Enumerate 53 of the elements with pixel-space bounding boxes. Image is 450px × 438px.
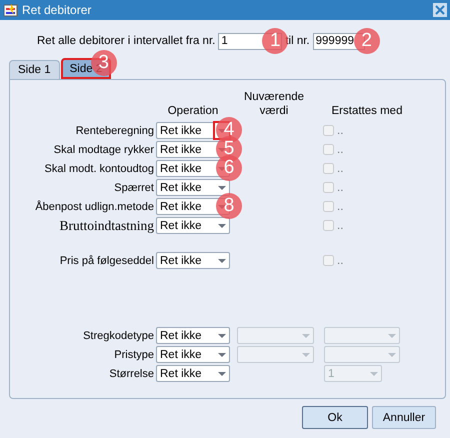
- operation-dropdown[interactable]: Ret ikke: [156, 217, 230, 234]
- field-label: Spærret: [113, 182, 155, 194]
- ellipsis-text: ..: [337, 144, 344, 156]
- caret-icon: [218, 372, 226, 376]
- field-label: Pris på følgeseddel: [58, 254, 155, 266]
- close-icon: [435, 5, 445, 15]
- field-label: Skal modt. kontoudtog: [44, 162, 155, 174]
- operation-dropdown[interactable]: Ret ikke: [156, 179, 230, 196]
- tab[interactable]: Side 1: [9, 60, 60, 79]
- app-icon: [3, 2, 19, 18]
- caret-icon: [218, 334, 226, 338]
- caret-icon: [302, 352, 310, 356]
- current-value-dropdown[interactable]: [237, 346, 314, 363]
- dialog-button[interactable]: Ok: [302, 406, 368, 429]
- ellipsis-text: ..: [337, 124, 344, 136]
- caret-icon: [388, 352, 396, 356]
- current-value-dropdown[interactable]: [237, 327, 314, 344]
- caret-icon: [218, 352, 226, 356]
- operation-dropdown[interactable]: Ret ikke: [156, 327, 230, 344]
- ellipsis-text: ..: [337, 200, 344, 212]
- window-title: Ret debitorer: [22, 3, 92, 17]
- to-label: til nr.: [285, 35, 310, 47]
- operation-dropdown[interactable]: Ret ikke: [156, 252, 230, 269]
- field-label: Størrelse: [108, 368, 155, 380]
- field-label: Stregkodetype: [82, 330, 155, 342]
- field-label: Bruttoindtastning: [58, 218, 155, 234]
- range-label: Ret alle debitorer i intervallet fra nr.: [37, 35, 216, 47]
- dialog-button[interactable]: Annuller: [372, 406, 436, 429]
- ellipsis-text: ..: [337, 254, 344, 266]
- caret-icon: [302, 334, 310, 338]
- close-button[interactable]: [433, 3, 447, 17]
- callout-marker: 8: [216, 193, 242, 219]
- field-label: Åbenpost udlign.metode: [34, 200, 155, 212]
- callout-marker: 6: [216, 155, 242, 181]
- ellipsis-text: ..: [337, 182, 344, 194]
- callout-marker: 2: [354, 28, 380, 54]
- ellipsis-text: ..: [337, 220, 344, 232]
- caret-icon: [218, 186, 226, 190]
- replace-dropdown[interactable]: [324, 327, 400, 344]
- ellipsis-text: ..: [337, 162, 344, 174]
- caret-icon: [388, 334, 396, 338]
- column-header: Nuværende værdi: [243, 90, 305, 118]
- operation-dropdown[interactable]: Ret ikke: [156, 346, 230, 363]
- caret-icon: [218, 258, 226, 262]
- replace-dropdown[interactable]: [324, 346, 400, 363]
- field-label: Skal modtage rykker: [52, 144, 155, 156]
- operation-dropdown[interactable]: Ret ikke: [156, 365, 230, 382]
- caret-icon: [370, 372, 378, 376]
- caret-icon: [218, 224, 226, 228]
- field-label: Renteberegning: [74, 124, 155, 136]
- column-header: Operation: [166, 104, 220, 118]
- field-label: Pristype: [113, 348, 155, 360]
- column-header: Erstattes med: [330, 104, 404, 118]
